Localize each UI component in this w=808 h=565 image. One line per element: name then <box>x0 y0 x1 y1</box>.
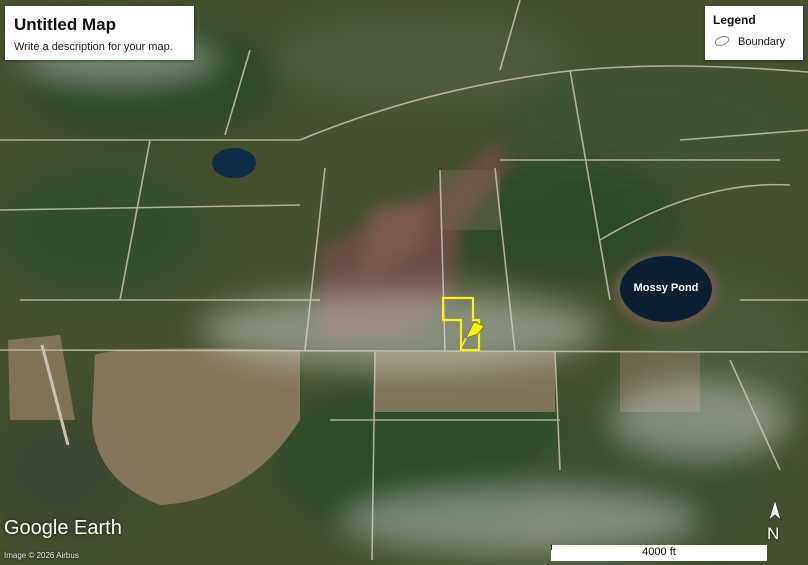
scale-bar: 4000 ft <box>551 545 767 561</box>
map-title[interactable]: Untitled Map <box>14 15 116 35</box>
legend-item-label: Boundary <box>738 36 786 48</box>
legend-item-boundary: Boundary <box>713 34 801 50</box>
pond-label: Mossy Pond <box>634 282 699 294</box>
north-label: N <box>767 524 780 543</box>
north-arrow-icon: N <box>762 498 788 543</box>
scale-label: 4000 ft <box>642 546 676 558</box>
small-pond <box>212 148 256 178</box>
legend-panel: Legend Boundary <box>705 6 803 60</box>
map-description[interactable]: Write a description for your map. <box>14 41 173 53</box>
legend-title: Legend <box>713 13 756 27</box>
google-earth-logo: Google Earth <box>4 517 122 539</box>
imagery-credit: Image © 2026 Airbus <box>4 551 79 560</box>
map-title-card[interactable]: Untitled Map Write a description for you… <box>5 6 194 60</box>
boundary-shape-icon <box>714 36 730 46</box>
satellite-map[interactable]: Mossy Pond <box>0 0 808 565</box>
